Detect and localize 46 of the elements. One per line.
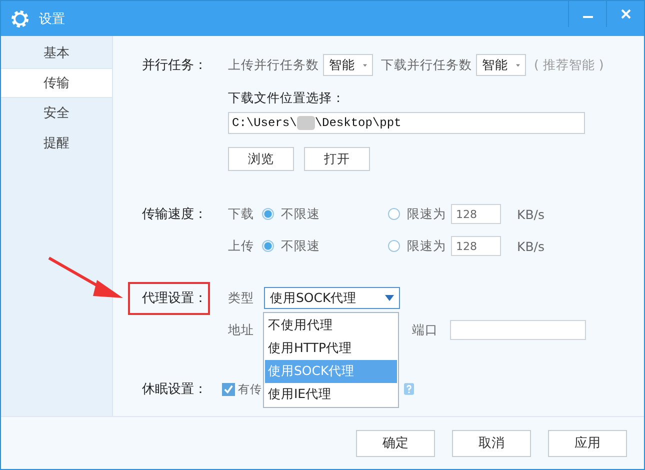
hint-text: ( 推荐智能 ) <box>534 56 604 74</box>
checkbox[interactable] <box>222 382 235 396</box>
download-location-label: 下载文件位置选择： <box>228 90 346 107</box>
port-label: 端口 <box>412 322 438 338</box>
redaction-block <box>296 116 315 130</box>
caret-icon <box>516 62 520 68</box>
section-label: 传输速度： <box>142 206 208 223</box>
checkbox-label: 有传 <box>238 382 262 396</box>
path-button[interactable]: 打开 <box>304 147 370 171</box>
dialog-button[interactable]: 取消 <box>452 430 531 456</box>
sidebar-item[interactable]: 安全 <box>1 98 112 128</box>
sidebar-item[interactable]: 提醒 <box>1 128 112 158</box>
close-icon <box>620 8 632 20</box>
help-icon[interactable] <box>404 382 414 396</box>
speed-radio[interactable]: 不限速 <box>262 238 382 254</box>
download-count-label: 下载并行任务数 <box>381 56 472 74</box>
unit-label: KB/s <box>517 206 544 222</box>
sidebar-item[interactable]: 传输 <box>1 68 112 98</box>
caret-icon <box>385 295 394 301</box>
type-label: 类型 <box>228 290 255 306</box>
direction-label: 下载 <box>228 206 255 222</box>
unit-label: KB/s <box>517 238 544 254</box>
address-label: 地址 <box>228 322 255 338</box>
proxy-type-dropdown[interactable]: 使用SOCK代理 <box>264 287 400 309</box>
upload-count-dropdown[interactable]: 智能 <box>323 54 373 76</box>
window-title: 设置 <box>39 10 65 28</box>
path-field[interactable]: C:\Users\ \Desktop\ppt <box>228 112 585 134</box>
section-label: 并行任务： <box>142 57 208 74</box>
direction-label: 上传 <box>228 238 255 254</box>
download-count-dropdown[interactable]: 智能 <box>476 54 526 76</box>
sidebar-item[interactable]: 基本 <box>1 38 112 68</box>
speed-radio[interactable]: 限速为 <box>388 206 446 222</box>
speed-limit-field[interactable]: 128 <box>451 204 501 224</box>
minimize-icon <box>582 16 592 18</box>
upload-count-label: 上传并行任务数 <box>228 56 319 74</box>
dialog-button[interactable]: 应用 <box>548 430 627 456</box>
section-label: 休眠设置： <box>142 381 208 398</box>
speed-radio[interactable]: 限速为 <box>388 238 446 254</box>
section-label: 代理设置： <box>142 290 208 307</box>
path-button[interactable]: 浏览 <box>228 147 294 171</box>
port-field[interactable] <box>450 320 586 340</box>
dialog-button[interactable]: 确定 <box>356 430 435 456</box>
gear-icon <box>10 8 30 28</box>
caret-icon <box>363 62 367 68</box>
speed-radio[interactable]: 不限速 <box>262 206 382 222</box>
speed-limit-field[interactable]: 128 <box>451 236 501 256</box>
